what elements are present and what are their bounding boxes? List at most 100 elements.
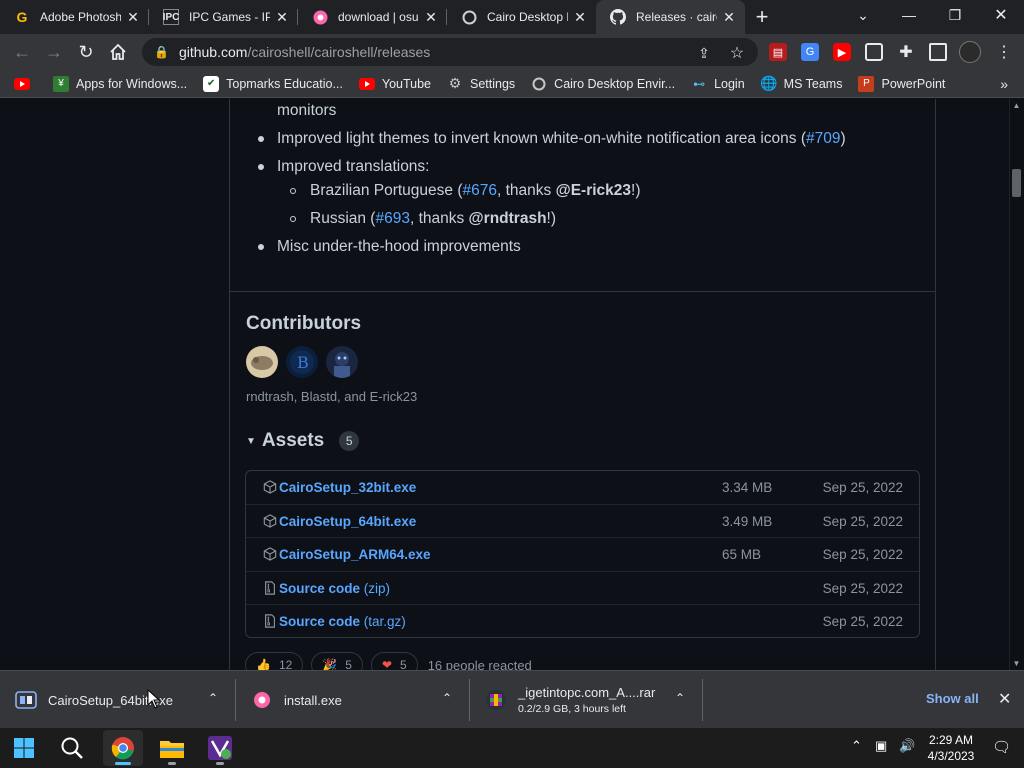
ppt-icon: P (858, 75, 875, 92)
asset-row: CairoSetup_ARM64.exe 65 MB Sep 25, 2022 (246, 538, 919, 572)
scroll-thumb[interactable] (1012, 169, 1021, 197)
avatar-blastd[interactable]: B (286, 346, 318, 378)
close-window-button[interactable]: ✕ (978, 0, 1024, 30)
chevron-up-icon[interactable]: ⌃ (675, 691, 685, 705)
minimize-button[interactable]: — (886, 0, 932, 30)
tab-releases-github[interactable]: Releases · cairo ✕ (596, 0, 745, 34)
package-icon (263, 480, 277, 494)
download-filename: install.exe (284, 692, 342, 708)
bookmark-login[interactable]: ⊷ Login (691, 76, 745, 92)
asset-link[interactable]: CairoSetup_32bit.exe (279, 480, 416, 495)
close-icon[interactable]: ✕ (274, 9, 290, 25)
taskbar-app[interactable] (200, 730, 240, 766)
asset-link[interactable]: CairoSetup_64bit.exe (279, 514, 416, 529)
download-item[interactable]: CairoSetup_64bit.exe ⌃ (0, 671, 236, 729)
user-mention-rndtrash[interactable]: @rndtrash (469, 210, 547, 227)
reaction-hooray[interactable]: 🎉 5 (311, 652, 363, 670)
tab-osu-download[interactable]: download | osu! ✕ (298, 0, 447, 34)
issue-link-676[interactable]: #676 (463, 182, 497, 199)
bookmark-settings[interactable]: ⚙ Settings (447, 75, 515, 92)
chevron-up-icon[interactable]: ⌃ (208, 691, 218, 705)
bookmark-apps-for-windows[interactable]: ¥ Apps for Windows... (53, 75, 187, 92)
bookmark-topmarks[interactable]: ✔ Topmarks Educatio... (203, 75, 343, 92)
bookmark-cairo-desktop[interactable]: Cairo Desktop Envir... (531, 76, 675, 92)
tab-strip: G Adobe Photosh ✕ IPC IPC Games - IPC ✕ … (0, 0, 1024, 34)
visual-studio-icon (208, 736, 232, 760)
close-icon[interactable]: ✕ (423, 9, 439, 25)
close-downloads-icon[interactable]: ✕ (998, 689, 1011, 709)
notification-icon[interactable]: 🗨 (992, 738, 1011, 756)
restore-button[interactable]: ❐ (932, 0, 978, 30)
shield-icon[interactable] (865, 43, 883, 61)
bullet (290, 216, 296, 222)
reaction-heart[interactable]: ❤ 5 (370, 652, 418, 670)
tab-title: IPC Games - IPC (189, 10, 270, 24)
share-icon[interactable]: ⇪ (695, 44, 713, 62)
avatar[interactable] (959, 41, 981, 63)
scroll-down-icon[interactable]: ▼ (1012, 659, 1021, 668)
avatar-rndtrash[interactable] (246, 346, 278, 378)
download-item[interactable]: _igetintopc.com_A....rar 0.2/2.9 GB, 3 h… (470, 671, 703, 729)
user-mention-erick23[interactable]: @E-rick23 (556, 182, 631, 199)
asset-row: CairoSetup_64bit.exe 3.49 MB Sep 25, 202… (246, 505, 919, 538)
download-progress-text: 0.2/2.9 GB, 3 hours left (518, 703, 626, 715)
download-item[interactable]: install.exe ⌃ (236, 671, 470, 729)
tab-search-icon[interactable]: ⌄ (840, 0, 886, 30)
package-icon (263, 513, 277, 528)
forward-button[interactable]: → (38, 38, 70, 66)
reload-button[interactable]: ↻ (70, 38, 102, 66)
taskbar-file-explorer[interactable] (152, 730, 192, 766)
asset-link[interactable]: CairoSetup_ARM64.exe (279, 547, 431, 562)
address-bar[interactable]: 🔒 github.com/cairoshell/cairoshell/relea… (142, 38, 758, 66)
volume-icon[interactable]: 🔊 (899, 738, 915, 754)
avatar-erick23[interactable] (326, 346, 358, 378)
side-panel-icon[interactable] (929, 43, 947, 61)
tab-cairo-desktop[interactable]: Cairo Desktop E ✕ (447, 0, 596, 34)
youtube-extension-icon[interactable]: ▶ (833, 43, 851, 61)
osu-icon (250, 688, 274, 712)
extension-icon[interactable]: ▤ (769, 43, 787, 61)
asset-row: Source code (tar.gz) Sep 25, 2022 (246, 605, 919, 637)
translate-icon[interactable]: G (801, 43, 819, 61)
asset-link[interactable]: Source code (zip) (279, 581, 390, 596)
bullet (290, 188, 296, 194)
start-button[interactable] (4, 730, 44, 766)
network-icon[interactable]: ▣ (875, 738, 887, 754)
tab-title: Cairo Desktop E (487, 10, 568, 24)
bullet (258, 244, 264, 250)
bookmark-youtube-icon-only[interactable] (14, 76, 37, 92)
show-all-downloads-button[interactable]: Show all (926, 691, 979, 706)
new-tab-button[interactable]: + (745, 0, 779, 34)
close-icon[interactable]: ✕ (125, 9, 141, 25)
close-icon[interactable]: ✕ (721, 9, 737, 25)
bookmark-ms-teams[interactable]: 🌐 MS Teams (760, 75, 843, 92)
asset-row: Source code (zip) Sep 25, 2022 (246, 572, 919, 605)
chevron-up-icon[interactable]: ⌃ (851, 738, 862, 754)
taskbar-chrome[interactable] (103, 730, 143, 766)
issue-link-709[interactable]: #709 (806, 130, 840, 147)
google-g-icon: G (16, 9, 28, 25)
chevron-up-icon[interactable]: ⌃ (442, 691, 452, 705)
tab-adobe-photoshop[interactable]: G Adobe Photosh ✕ (0, 0, 149, 34)
release-note-light-themes: Improved light themes to invert known wh… (277, 130, 846, 147)
extensions-puzzle-icon[interactable]: ✚ (897, 43, 915, 61)
menu-icon[interactable]: ⋮ (995, 43, 1013, 61)
scroll-up-icon[interactable]: ▲ (1012, 101, 1021, 110)
page-scrollbar[interactable]: ▲ ▼ (1009, 99, 1024, 670)
bookmark-youtube[interactable]: YouTube (358, 76, 431, 92)
home-button[interactable] (102, 38, 134, 66)
bookmark-powerpoint[interactable]: P PowerPoint (858, 75, 945, 92)
tab-ipc-games[interactable]: IPC IPC Games - IPC ✕ (149, 0, 298, 34)
caret-down-icon: ▼ (246, 435, 256, 447)
search-button[interactable] (52, 730, 92, 766)
issue-link-693[interactable]: #693 (375, 210, 409, 227)
gear-icon: ⚙ (448, 75, 462, 91)
asset-link[interactable]: Source code (tar.gz) (279, 614, 406, 629)
bookmark-star-icon[interactable]: ☆ (728, 44, 746, 62)
reaction-thumbs-up[interactable]: 👍 12 (245, 652, 304, 670)
bookmarks-overflow-icon[interactable]: » (1000, 76, 1008, 92)
taskbar-clock[interactable]: 2:29 AM 4/3/2023 (920, 732, 982, 764)
close-icon[interactable]: ✕ (572, 9, 588, 25)
assets-toggle[interactable]: ▼ Assets 5 (246, 430, 360, 452)
back-button[interactable]: ← (6, 38, 38, 66)
